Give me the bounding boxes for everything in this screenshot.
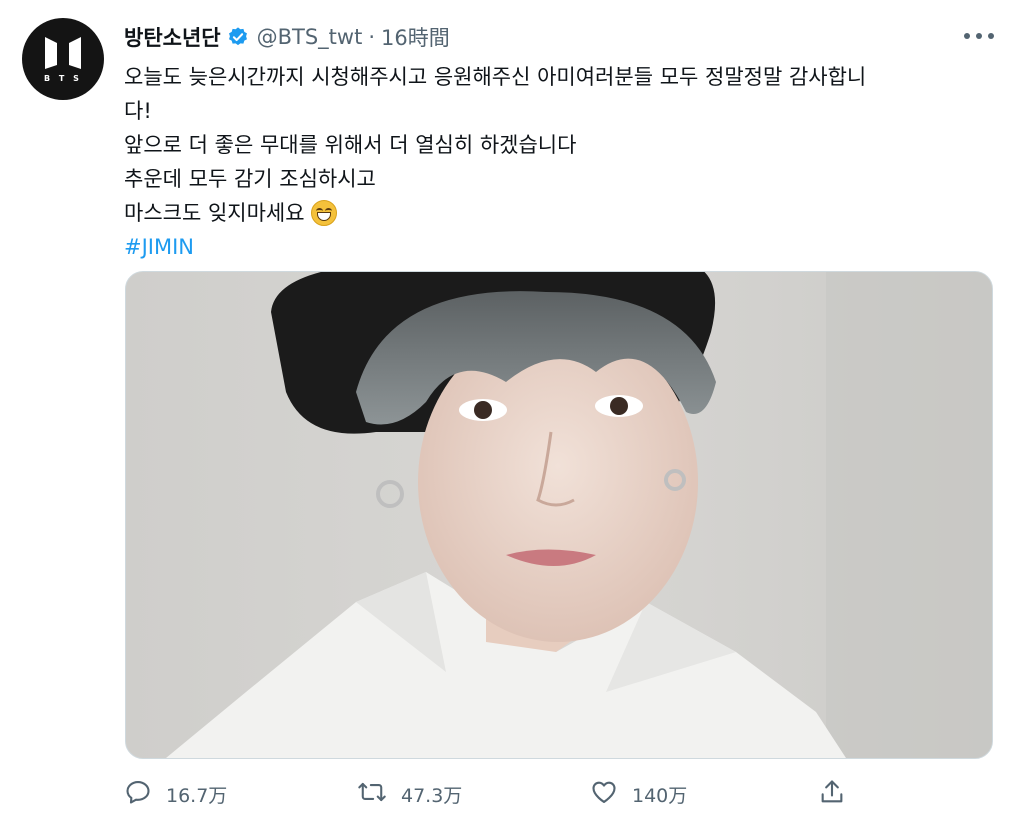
reply-icon <box>124 778 152 810</box>
hashtag-link[interactable]: #JIMIN <box>124 230 984 264</box>
tweet-timestamp[interactable]: 16時間 <box>381 22 450 52</box>
more-dot <box>976 33 982 39</box>
user-handle[interactable]: @BTS_twt <box>257 25 363 49</box>
tweet-line: 다! <box>124 99 152 123</box>
share-icon <box>818 778 846 810</box>
selfie-photo-illustration <box>126 272 992 758</box>
verified-badge-icon <box>227 26 249 48</box>
tweet-line: 오늘도 늦은시간까지 시청해주시고 응원해주신 아미여러분들 모두 정말정말 감… <box>124 65 867 89</box>
retweet-icon <box>357 778 387 810</box>
bts-logo-icon <box>45 37 81 69</box>
retweet-button[interactable]: 47.3万 <box>357 776 462 812</box>
tweet-line: 추운데 모두 감기 조심하시고 <box>124 167 376 191</box>
avatar[interactable]: B T S <box>22 18 104 100</box>
tweet-line-with-emoji: 마스크도 잊지마세요 <box>124 196 984 230</box>
more-dot <box>964 33 970 39</box>
tweet-line: 앞으로 더 좋은 무대를 위해서 더 열심히 하겠습니다 <box>124 133 577 157</box>
share-button[interactable] <box>818 776 846 812</box>
tweet-text: 오늘도 늦은시간까지 시청해주시고 응원해주신 아미여러분들 모두 정말정말 감… <box>124 60 984 264</box>
more-icon[interactable] <box>964 26 994 46</box>
tweet-actions: 16.7万 47.3万 140万 <box>124 776 864 812</box>
avatar-logo-text: B T S <box>44 74 82 83</box>
like-count: 140万 <box>632 784 688 807</box>
header-separator: · <box>368 25 376 49</box>
reply-button[interactable]: 16.7万 <box>124 776 227 812</box>
reply-count: 16.7万 <box>166 784 228 807</box>
grinning-face-emoji-icon <box>310 200 337 226</box>
tweet-photo[interactable] <box>125 271 993 759</box>
tweet-line: 마스크도 잊지마세요 <box>124 201 305 225</box>
retweet-count: 47.3万 <box>401 784 463 807</box>
display-name[interactable]: 방탄소년단 <box>124 22 221 52</box>
tweet: B T S 방탄소년단 @BTS_twt · 16時間 오늘도 늦은시간까지 시… <box>0 0 1024 829</box>
more-dot <box>988 33 994 39</box>
tweet-header: 방탄소년단 @BTS_twt · 16時間 <box>124 20 984 54</box>
like-icon <box>590 778 618 810</box>
like-button[interactable]: 140万 <box>590 776 687 812</box>
